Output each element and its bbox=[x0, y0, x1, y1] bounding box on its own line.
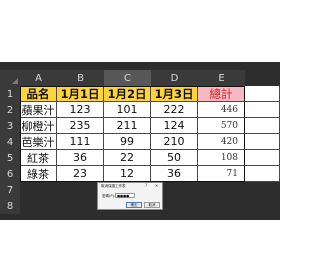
unprotect-sheet-dialog: 取消保護工作表 ? × 密碼(P): ●●●● 確定 取消 bbox=[97, 182, 163, 210]
table-cell[interactable]: 101 bbox=[104, 102, 151, 118]
table-cell[interactable]: 111 bbox=[57, 134, 104, 150]
table-cell-total[interactable]: 108 bbox=[198, 150, 245, 166]
table-cell[interactable]: 50 bbox=[151, 150, 198, 166]
table-cell-total[interactable]: 420 bbox=[198, 134, 245, 150]
table-cell[interactable]: 芭樂汁 bbox=[20, 134, 57, 150]
table-cell[interactable]: 12 bbox=[104, 166, 151, 182]
table-cell[interactable]: 36 bbox=[57, 150, 104, 166]
table-cell[interactable]: 23 bbox=[57, 166, 104, 182]
column-header-a[interactable]: A bbox=[20, 70, 57, 86]
empty-cell[interactable] bbox=[245, 86, 280, 102]
row-header-7[interactable]: 7 bbox=[0, 182, 20, 198]
password-label: 密碼(P): bbox=[102, 194, 116, 198]
dialog-title: 取消保護工作表 bbox=[101, 184, 126, 188]
cell-header-jan1[interactable]: 1月1日 bbox=[57, 86, 104, 102]
table-cell[interactable]: 柳橙汁 bbox=[20, 118, 57, 134]
cell-header-product[interactable]: 品名 bbox=[20, 86, 57, 102]
row-header-1[interactable]: 1 bbox=[0, 86, 20, 102]
table-cell-total[interactable]: 71 bbox=[198, 166, 245, 182]
table-cell[interactable]: 36 bbox=[151, 166, 198, 182]
row-header-2[interactable]: 2 bbox=[0, 102, 20, 118]
table-cell[interactable]: 綠茶 bbox=[20, 166, 57, 182]
row-header-5[interactable]: 5 bbox=[0, 150, 20, 166]
table-cell-total[interactable]: 446 bbox=[198, 102, 245, 118]
help-icon[interactable]: ? bbox=[145, 183, 147, 188]
table-cell[interactable]: 蘋果汁 bbox=[20, 102, 57, 118]
table-cell[interactable]: 124 bbox=[151, 118, 198, 134]
table-cell[interactable]: 211 bbox=[104, 118, 151, 134]
column-header-c[interactable]: C bbox=[104, 70, 151, 86]
empty-cell[interactable] bbox=[245, 134, 280, 150]
table-cell[interactable]: 123 bbox=[57, 102, 104, 118]
empty-cell[interactable] bbox=[245, 166, 280, 182]
table-cell[interactable]: 210 bbox=[151, 134, 198, 150]
table-cell[interactable]: 99 bbox=[104, 134, 151, 150]
empty-cell[interactable] bbox=[245, 118, 280, 134]
password-input[interactable]: ●●●● bbox=[115, 193, 135, 198]
column-header-b[interactable]: B bbox=[57, 70, 104, 86]
cell-header-jan2[interactable]: 1月2日 bbox=[104, 86, 151, 102]
toolbar-area bbox=[0, 0, 280, 62]
empty-cell[interactable] bbox=[245, 102, 280, 118]
row-header-4[interactable]: 4 bbox=[0, 134, 20, 150]
row-header-3[interactable]: 3 bbox=[0, 118, 20, 134]
close-icon[interactable]: × bbox=[155, 183, 158, 188]
cell-header-total[interactable]: 總計 bbox=[198, 86, 245, 102]
table-cell[interactable]: 222 bbox=[151, 102, 198, 118]
table-cell-total[interactable]: 570 bbox=[198, 118, 245, 134]
table-cell[interactable]: 紅茶 bbox=[20, 150, 57, 166]
ok-button[interactable]: 確定 bbox=[126, 202, 142, 208]
table-cell[interactable]: 22 bbox=[104, 150, 151, 166]
select-all-corner[interactable] bbox=[0, 70, 20, 86]
column-header-d[interactable]: D bbox=[151, 70, 198, 86]
cell-header-jan3[interactable]: 1月3日 bbox=[151, 86, 198, 102]
empty-cell[interactable] bbox=[245, 150, 280, 166]
row-header-6[interactable]: 6 bbox=[0, 166, 20, 182]
column-header-e[interactable]: E bbox=[198, 70, 245, 86]
table-cell[interactable]: 235 bbox=[57, 118, 104, 134]
row-header-8[interactable]: 8 bbox=[0, 198, 20, 214]
cancel-button[interactable]: 取消 bbox=[144, 202, 160, 208]
